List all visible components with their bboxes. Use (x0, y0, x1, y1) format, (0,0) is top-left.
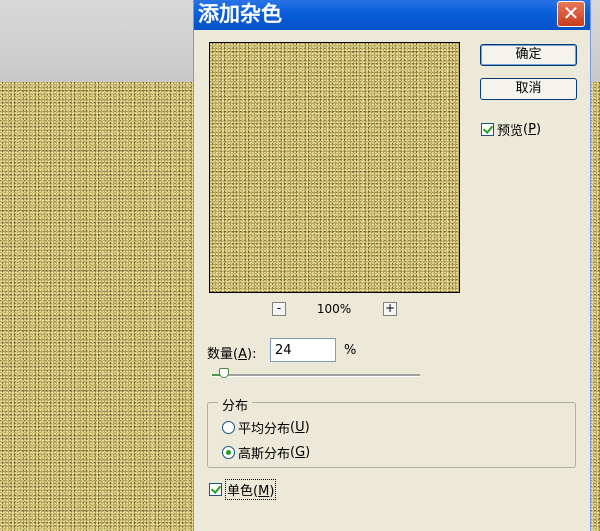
radio-uniform-row[interactable]: 平均分布(U) (222, 418, 310, 437)
dialog-title: 添加杂色 (198, 2, 282, 26)
minus-icon: - (276, 301, 282, 315)
amount-mnemonic: A (238, 347, 247, 362)
radio-gaussian-label: 高斯分布 (238, 447, 291, 462)
ok-button[interactable]: 确定 (480, 44, 577, 66)
preview-label: 预览 (497, 124, 524, 139)
monochromatic-checkbox[interactable] (209, 483, 222, 496)
title-bar[interactable]: 添加杂色 ✕ (194, 0, 590, 30)
amount-label: 数量 (207, 347, 234, 362)
preview-checkbox[interactable] (481, 123, 494, 136)
add-noise-dialog: 添加杂色 ✕ - 100% + 确定 取消 预览(P) 数量(A): % 分布 … (193, 0, 591, 531)
radio-gaussian[interactable] (222, 446, 235, 459)
amount-label-row: 数量(A): (207, 347, 257, 362)
cancel-button[interactable]: 取消 (480, 78, 577, 100)
amount-unit: % (344, 343, 357, 358)
close-icon: ✕ (562, 1, 580, 25)
radio-gaussian-row[interactable]: 高斯分布(G) (222, 443, 310, 462)
radio-uniform-mnemonic: U (295, 420, 305, 435)
plus-icon: + (384, 301, 396, 315)
zoom-in-button[interactable]: + (383, 302, 397, 316)
radio-uniform-label: 平均分布 (238, 422, 291, 437)
close-button[interactable]: ✕ (557, 1, 585, 27)
amount-slider-track[interactable] (212, 374, 420, 377)
preview-image[interactable] (209, 42, 460, 293)
preview-mnemonic: P (528, 122, 536, 137)
zoom-level: 100% (316, 302, 352, 316)
monochromatic-checkbox-row[interactable]: 单色(M) (209, 479, 277, 500)
monochromatic-label-wrap: 单色(M) (225, 479, 277, 500)
zoom-out-button[interactable]: - (272, 302, 286, 316)
distribution-title: 分布 (218, 395, 253, 414)
radio-gaussian-mnemonic: G (295, 445, 306, 460)
monochromatic-label: 单色 (227, 484, 254, 499)
preview-checkbox-row[interactable]: 预览(P) (481, 120, 541, 139)
monochromatic-mnemonic: M (258, 484, 270, 499)
amount-input[interactable] (270, 338, 336, 362)
radio-uniform[interactable] (222, 421, 235, 434)
